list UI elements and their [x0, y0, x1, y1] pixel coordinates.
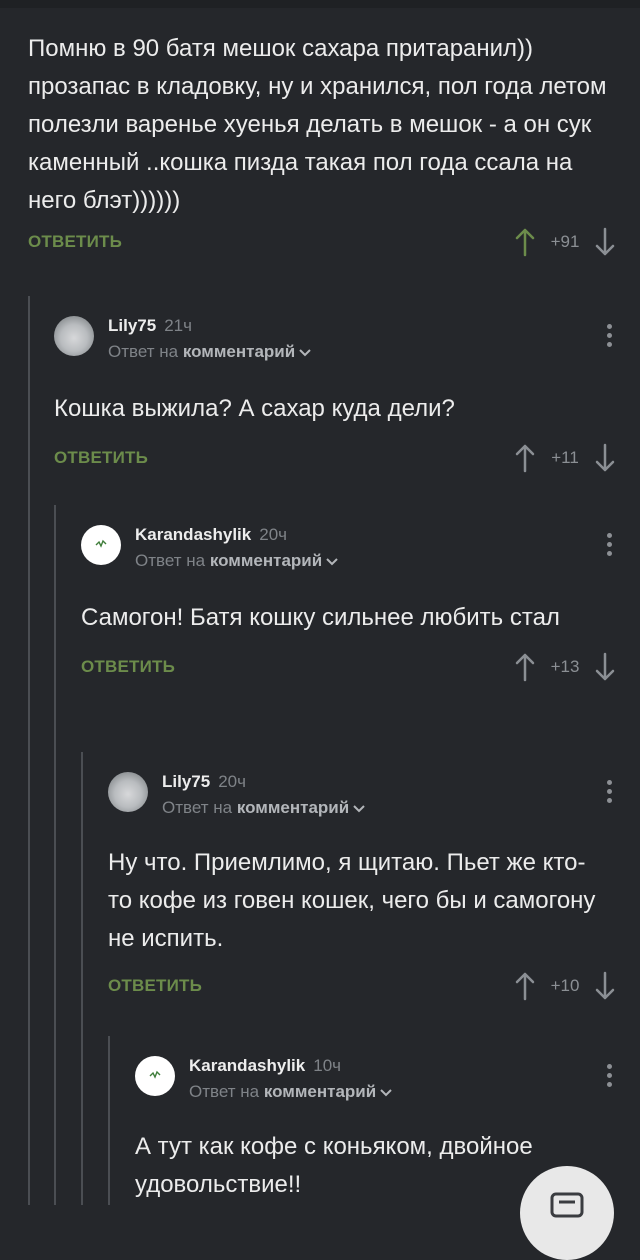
username[interactable]: Karandashylik 20ч [135, 525, 287, 545]
compose-button[interactable] [520, 1166, 614, 1260]
comment-actions: ОТВЕТИТЬ +91 [28, 222, 640, 262]
comment-header: Karandashylik 10ч Ответ на комментарий [135, 1044, 640, 1104]
avatar[interactable] [81, 525, 121, 565]
arrow-down-icon[interactable] [594, 443, 616, 473]
chevron-down-icon [299, 348, 311, 356]
timestamp: 20ч [218, 772, 246, 791]
username[interactable]: Lily75 20ч [162, 772, 246, 792]
comment-actions: ОТВЕТИТЬ +10 [108, 966, 640, 1006]
score: +11 [551, 448, 579, 467]
reply-to-prefix: Ответ на [135, 551, 206, 570]
comment-thread: Помню в 90 батя мешок сахара притаранил)… [0, 0, 640, 1205]
vote-controls: +10 [514, 970, 616, 1002]
chevron-down-icon [353, 804, 365, 812]
comment-text: Самогон! Батя кошку сильнее любить стал [81, 604, 560, 631]
arrow-down-icon[interactable] [594, 652, 616, 682]
username-text: Lily75 [108, 316, 157, 335]
reply-to-prefix: Ответ на [108, 342, 179, 361]
arrow-up-icon[interactable] [514, 971, 536, 1001]
avatar[interactable] [108, 772, 148, 812]
reply-button[interactable]: ОТВЕТИТЬ [108, 976, 202, 996]
reply-to-link[interactable]: Ответ на комментарий [189, 1082, 392, 1102]
chevron-down-icon [380, 1088, 392, 1096]
arrow-down-icon[interactable] [594, 227, 616, 257]
avatar[interactable] [135, 1056, 175, 1096]
more-vertical-icon[interactable] [604, 533, 614, 559]
thread-line [28, 296, 30, 1205]
reply-to-link[interactable]: Ответ на комментарий [135, 551, 338, 571]
username-text: Lily75 [162, 772, 211, 791]
comment-text: Помню в 90 батя мешок сахара притаранил)… [28, 35, 607, 214]
score: +91 [550, 232, 580, 251]
avatar-logo-icon [95, 539, 107, 548]
comment: Lily75 20ч Ответ на комментарий Ну что. П… [108, 760, 640, 1006]
arrow-up-icon[interactable] [514, 652, 536, 682]
chevron-down-icon [326, 557, 338, 565]
more-vertical-icon[interactable] [604, 780, 614, 806]
reply-to-prefix: Ответ на [162, 798, 233, 817]
arrow-up-icon[interactable] [514, 227, 536, 257]
vote-controls: +91 [514, 226, 616, 258]
timestamp: 10ч [313, 1056, 342, 1075]
timestamp: 21ч [164, 316, 192, 335]
reply-button[interactable]: ОТВЕТИТЬ [81, 657, 175, 677]
comment-header: Lily75 21ч Ответ на комментарий [54, 304, 640, 364]
username[interactable]: Karandashylik 10ч [189, 1056, 341, 1076]
comment: Karandashylik 20ч Ответ на комментарий Са… [81, 513, 640, 687]
score: +10 [550, 976, 580, 995]
reply-to-prefix: Ответ на [189, 1082, 260, 1101]
compose-icon [550, 1192, 584, 1218]
thread-line [108, 1036, 110, 1205]
comment-text: Ну что. Приемлимо, я щитаю. Пьет же кто-… [108, 849, 596, 952]
avatar-logo-icon [149, 1070, 161, 1079]
timestamp: 20ч [259, 525, 288, 544]
username[interactable]: Lily75 21ч [108, 316, 192, 336]
reply-button[interactable]: ОТВЕТИТЬ [28, 232, 122, 252]
reply-to-link[interactable]: Ответ на комментарий [162, 798, 365, 818]
arrow-up-icon[interactable] [514, 443, 536, 473]
arrow-down-icon[interactable] [594, 971, 616, 1001]
avatar[interactable] [54, 316, 94, 356]
comment-text: Кошка выжила? А сахар куда дели? [54, 395, 455, 422]
comment: Lily75 21ч Ответ на комментарий Кошка выж… [54, 304, 640, 478]
reply-to-target: комментарий [209, 551, 323, 570]
more-vertical-icon[interactable] [604, 1064, 614, 1090]
comment-actions: ОТВЕТИТЬ +13 [81, 647, 640, 687]
comment-header: Lily75 20ч Ответ на комментарий [108, 760, 640, 820]
vote-controls: +13 [514, 651, 616, 683]
reply-to-link[interactable]: Ответ на комментарий [108, 342, 311, 362]
reply-to-target: комментарий [236, 798, 350, 817]
thread-line [81, 752, 83, 1205]
more-vertical-icon[interactable] [604, 324, 614, 350]
username-text: Karandashylik [135, 525, 252, 544]
root-comment: Помню в 90 батя мешок сахара притаранил)… [28, 30, 640, 262]
reply-to-target: комментарий [182, 342, 296, 361]
vote-controls: +11 [514, 442, 616, 474]
score: +13 [550, 657, 580, 676]
comment-header: Karandashylik 20ч Ответ на комментарий [81, 513, 640, 573]
reply-to-target: комментарий [263, 1082, 377, 1101]
comment-actions: ОТВЕТИТЬ +11 [54, 438, 640, 478]
username-text: Karandashylik [189, 1056, 306, 1075]
reply-button[interactable]: ОТВЕТИТЬ [54, 448, 148, 468]
thread-line [54, 505, 56, 1205]
